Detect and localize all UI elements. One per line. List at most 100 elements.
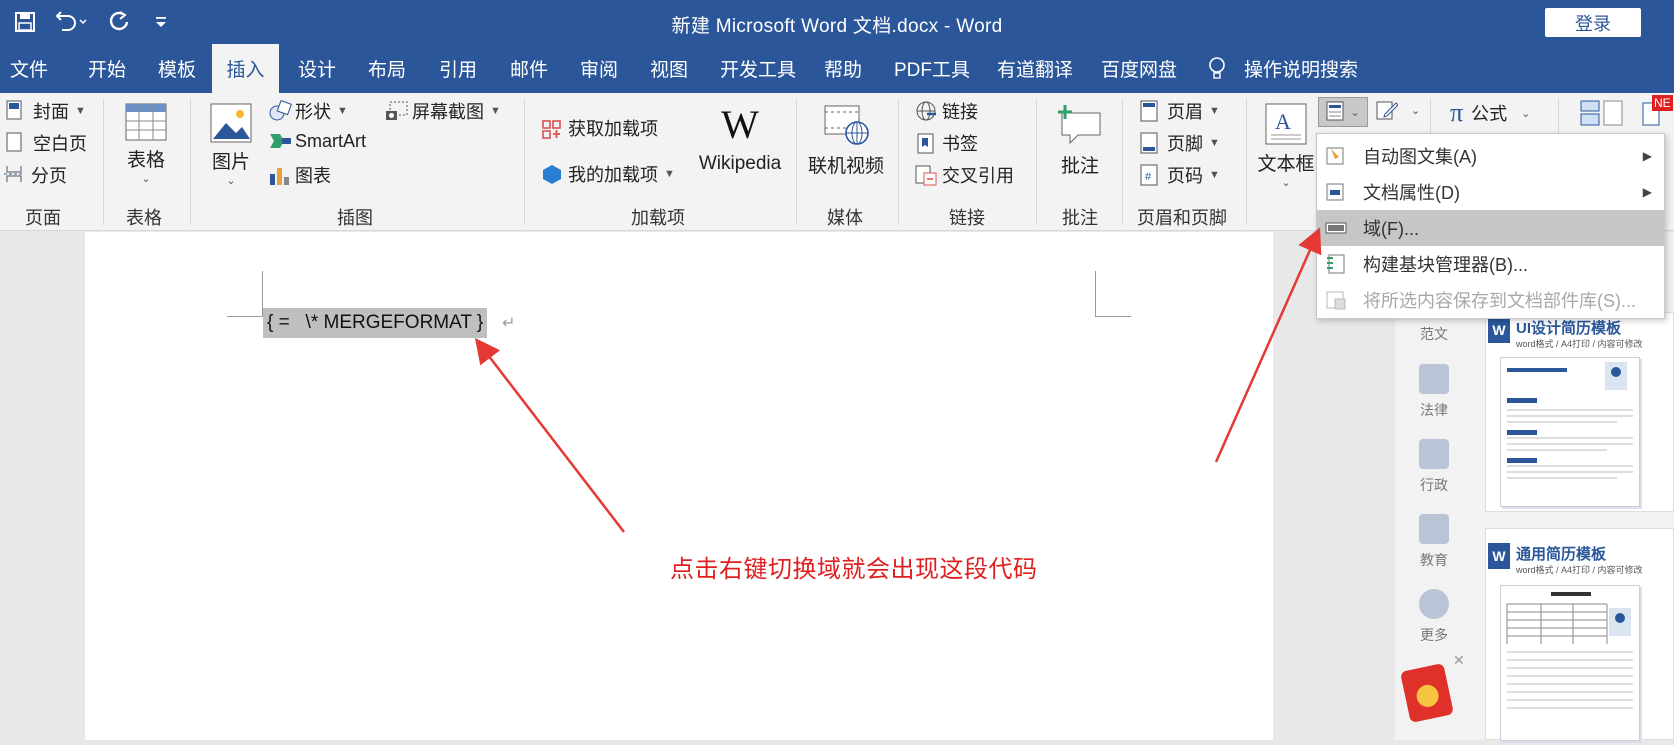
blank-page-icon [6,132,28,154]
menu-item-label: 构建基块管理器(B)... [1363,255,1528,275]
close-icon[interactable]: ✕ [1453,652,1465,669]
document-title: 新建 Microsoft Word 文档.docx - Word [671,16,1003,37]
shapes-icon [268,99,292,122]
page-break-button[interactable]: 分页 [4,162,67,188]
tab-youdao[interactable]: 有道翻译 [997,44,1073,93]
picture-button[interactable]: 图片 ⌄ [203,103,259,187]
menu-item-save-to-gallery[interactable]: 将所选内容保存到文档部件库(S)... [1317,282,1664,318]
category-fanwen-label: 范文 [1420,326,1448,342]
chart-button[interactable]: 图表 [268,162,331,188]
red-envelope-icon[interactable] [1400,662,1454,724]
login-button[interactable]: 登录 [1545,8,1641,37]
textbox-icon: A [1265,103,1307,145]
template-card-ui[interactable]: W UI设计简历模板 word格式 / A4打印 / 内容可修改 [1485,312,1674,512]
cover-page-button[interactable]: 封面 ▼ [6,98,86,124]
tab-home[interactable]: 开始 [88,44,126,93]
menu-item-label: 文档属性(D) [1363,183,1460,203]
category-admin-label: 行政 [1420,477,1448,493]
resume-preview [1500,585,1640,741]
cross-reference-button[interactable]: 交叉引用 [915,162,1014,188]
menu-item-building-blocks[interactable]: 构建基块管理器(B)... [1317,246,1664,282]
menu-item-field[interactable]: 域(F)... [1317,210,1664,246]
tab-baidu-netdisk[interactable]: 百度网盘 [1101,44,1177,93]
wikipedia-button[interactable]: W Wikipedia [690,103,790,175]
get-addins-button[interactable]: 获取加载项 [541,115,658,141]
tab-layout[interactable]: 布局 [368,44,406,93]
blank-page-button[interactable]: 空白页 [6,130,87,156]
smartart-label: SmartArt [295,130,367,151]
wikipedia-icon: W [721,102,759,147]
menu-item-document-property[interactable]: 文档属性(D) ▶ [1317,174,1664,210]
bookmark-icon [915,132,937,154]
footer-icon [1140,132,1162,154]
my-addins-icon [541,163,563,185]
menu-item-label: 域(F)... [1363,219,1419,239]
screenshot-button[interactable]: 屏幕截图 ▼ [385,98,501,124]
page-number-label: 页码 [1167,166,1203,186]
store-icon [541,117,563,139]
icons-button[interactable] [1580,99,1626,132]
table-icon [125,103,167,141]
link-button[interactable]: 链接 [915,98,978,124]
header-button[interactable]: 页眉 ▼ [1140,98,1220,124]
footer-label: 页脚 [1167,134,1203,154]
id-card-icon [1419,439,1449,469]
equation-button[interactable]: π 公式 ⌄ [1450,98,1530,128]
page-number-icon: # [1140,164,1162,186]
quick-parts-button[interactable]: ⌄ [1318,97,1368,127]
signature-line-button[interactable]: ⌄ [1376,99,1420,121]
page-number-button[interactable]: # 页码 ▼ [1140,162,1220,188]
tab-pdf-tools[interactable]: PDF工具 [894,44,970,93]
pi-icon: π [1450,98,1464,127]
tell-me-search[interactable]: 操作说明搜索 [1208,44,1358,93]
category-more[interactable]: 更多 [1395,589,1473,645]
tab-view[interactable]: 视图 [650,44,688,93]
menu-item-label: 将所选内容保存到文档部件库(S)... [1363,291,1636,311]
picture-icon [210,103,252,143]
tab-mailings[interactable]: 邮件 [510,44,548,93]
category-education[interactable]: 教育 [1395,514,1473,570]
field-code[interactable]: { = \* MERGEFORMAT } [263,308,488,338]
new-comment-button[interactable]: 批注 [1050,101,1110,178]
tab-insert[interactable]: 插入 [212,44,279,93]
category-admin[interactable]: 行政 [1395,439,1473,495]
online-video-label: 联机视频 [807,156,884,177]
tab-templates[interactable]: 模板 [158,44,196,93]
textbox-button[interactable]: A 文本框 ⌄ [1255,103,1317,189]
save-gallery-icon [1325,289,1347,311]
bookmark-button[interactable]: 书签 [915,130,978,156]
group-label-pages: 页面 [25,208,61,228]
category-law-label: 法律 [1420,402,1448,418]
tab-references[interactable]: 引用 [439,44,477,93]
menu-item-autotext[interactable]: 自动图文集(A) ▶ [1317,138,1664,174]
cross-reference-icon [915,164,937,186]
shapes-label: 形状 [295,102,331,122]
resume-preview [1500,357,1640,507]
link-icon [915,100,937,122]
ribbon-tabs: 文件 开始 模板 插入 设计 布局 引用 邮件 审阅 视图 开发工具 帮助 PD… [0,44,1674,93]
smartart-button[interactable]: SmartArt [268,130,366,152]
category-education-label: 教育 [1420,552,1448,568]
header-icon [1140,100,1162,122]
submenu-arrow-icon: ▶ [1642,185,1652,199]
tab-file[interactable]: 文件 [10,44,48,93]
footer-button[interactable]: 页脚 ▼ [1140,130,1220,156]
template-card-general[interactable]: W 通用简历模板 word格式 / A4打印 / 内容可修改 [1485,528,1674,741]
table-button[interactable]: 表格 ⌄ [118,103,174,185]
cross-reference-label: 交叉引用 [942,166,1014,186]
shapes-button[interactable]: 形状 ▼ [268,98,348,124]
online-video-button[interactable]: 联机视频 [806,103,886,178]
title-bar: 新建 Microsoft Word 文档.docx - Word 登录 [0,0,1674,44]
tab-developer[interactable]: 开发工具 [720,44,796,93]
tab-review[interactable]: 审阅 [580,44,618,93]
group-label-media: 媒体 [827,208,863,228]
tab-help[interactable]: 帮助 [824,44,862,93]
group-label-tables: 表格 [126,208,162,228]
category-fanwen[interactable]: 范文 [1395,324,1473,344]
category-law[interactable]: 法律 [1395,364,1473,420]
word-icon: W [1488,543,1510,569]
field-icon [1325,217,1347,239]
my-addins-button[interactable]: 我的加载项 ▼ [541,161,675,187]
tab-design[interactable]: 设计 [298,44,336,93]
quick-parts-icon [1326,101,1348,123]
